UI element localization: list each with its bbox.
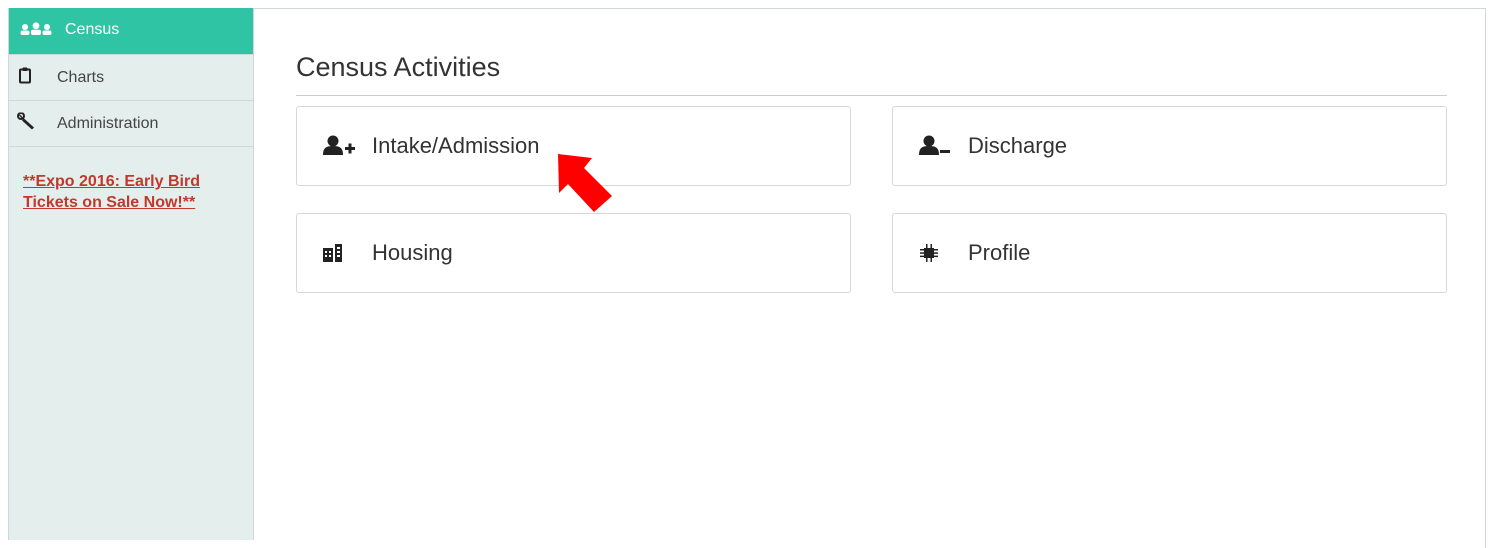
annotation-arrow xyxy=(558,154,612,212)
sidebar-item-label: Administration xyxy=(57,114,159,132)
main-content: Census Activities Intake/Admission Disch… xyxy=(296,52,1447,293)
card-label: Housing xyxy=(372,240,453,265)
wrench-icon xyxy=(17,111,37,135)
chip-icon xyxy=(918,242,940,264)
sidebar-item-label: Charts xyxy=(57,68,105,86)
profile-card[interactable]: Profile xyxy=(892,213,1447,293)
sidebar-item-administration[interactable]: Administration xyxy=(9,101,253,147)
sidebar-item-label: Census xyxy=(65,21,120,38)
sidebar-item-charts[interactable]: Charts xyxy=(9,55,253,101)
sidebar: Census Charts Administration **Expo 2016… xyxy=(8,8,254,540)
clipboard-icon xyxy=(17,66,33,89)
card-label: Discharge xyxy=(968,133,1068,158)
card-label: Profile xyxy=(968,240,1031,265)
page-title: Census Activities xyxy=(296,52,1447,96)
sidebar-item-census[interactable]: Census xyxy=(9,8,253,55)
promo-link[interactable]: **Expo 2016: Early Bird Tickets on Sale … xyxy=(23,171,243,213)
users-icon xyxy=(19,22,53,41)
user-plus-icon xyxy=(322,135,356,157)
user-minus-icon xyxy=(918,135,952,157)
building-icon xyxy=(322,243,344,263)
discharge-card[interactable]: Discharge xyxy=(892,106,1447,186)
housing-card[interactable]: Housing xyxy=(296,213,851,293)
card-label: Intake/Admission xyxy=(372,133,540,158)
